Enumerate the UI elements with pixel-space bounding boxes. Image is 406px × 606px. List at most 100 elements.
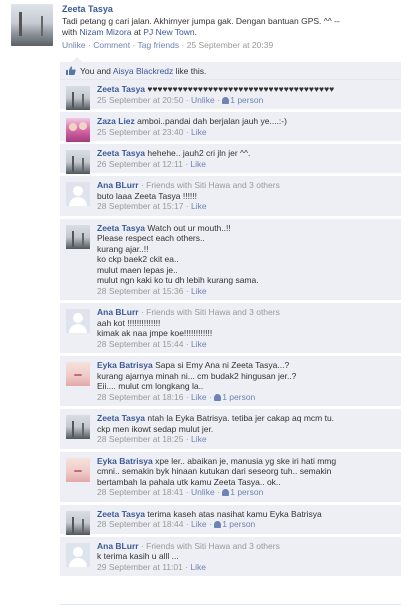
- comment-meta: 26 September at 12:11 · Like: [97, 158, 207, 169]
- mutual-friends-text[interactable]: Friends with Siti Hawa and 3 others: [146, 307, 280, 317]
- comment-meta: 28 September at 15:36 · Like: [97, 285, 207, 296]
- like-link[interactable]: Like: [191, 201, 207, 211]
- comment-timestamp[interactable]: 28 September at 18:44: [97, 519, 183, 529]
- commenter-avatar[interactable]: [66, 182, 90, 206]
- mutual-friends: · Friends with Siti Hawa and 3 others: [140, 307, 280, 317]
- like-link[interactable]: Like: [191, 127, 207, 137]
- commenter-avatar[interactable]: [66, 86, 90, 110]
- comment-body: Zaza Liez amboi..pandai dah berjalan jau…: [60, 112, 401, 141]
- separator: ·: [181, 40, 185, 50]
- like-count-text[interactable]: 1 person: [222, 392, 255, 402]
- at-prefix: at: [133, 27, 141, 37]
- commenter-name[interactable]: Zeeta Tasya: [97, 84, 145, 94]
- mutual-friends-text[interactable]: Friends with Siti Hawa and 3 others: [146, 180, 280, 190]
- comment-timestamp[interactable]: 28 September at 15:36: [97, 286, 183, 296]
- commenter-avatar[interactable]: [66, 362, 90, 386]
- comment-text: aah kot !!!!!!!!!!!!!!: [97, 317, 161, 328]
- comment-item: Zaza Liez amboi..pandai dah berjalan jau…: [60, 112, 401, 142]
- separator: ·: [132, 40, 136, 50]
- comment-body: Zeeta Tasya ♥♥♥♥♥♥♥♥♥♥♥♥♥♥♥♥♥♥♥♥♥♥♥♥♥♥♥♥…: [60, 80, 401, 109]
- comment-body: Zeeta Tasya terima kaseh atas nasihat ka…: [60, 505, 401, 534]
- like-link[interactable]: Like: [191, 339, 207, 349]
- commenter-avatar[interactable]: [66, 415, 90, 439]
- comment-item: Ana BLurr · Friends with Siti Hawa and 3…: [60, 303, 401, 354]
- like-count-icon: [214, 521, 222, 528]
- comment-timestamp[interactable]: 25 September at 20:50: [97, 95, 183, 105]
- commenter-name[interactable]: Eyka Batrisya: [97, 456, 153, 466]
- like-count[interactable]: 1 person: [222, 487, 263, 497]
- commenter-name[interactable]: Ana BLurr: [97, 541, 139, 551]
- comment-text: Sapa si Emy Ana ni Zeeta Tasya...?: [155, 360, 290, 370]
- like-link[interactable]: Like: [191, 392, 207, 402]
- like-count-icon: [222, 489, 230, 496]
- commenter-name[interactable]: Ana BLurr: [97, 307, 139, 317]
- commenter-name[interactable]: Eyka Batrisya: [97, 360, 153, 370]
- commenter-avatar[interactable]: [66, 457, 90, 482]
- tagged-person-link[interactable]: Nizam Mizora: [80, 27, 132, 37]
- commenter-avatar[interactable]: [66, 150, 90, 174]
- like-count-text[interactable]: 1 person: [230, 95, 263, 105]
- comment-text: Please respect each others..: [97, 233, 205, 243]
- like-link[interactable]: Like: [190, 562, 206, 572]
- comment-item: Zeeta Tasya terima kaseh atas nasihat ka…: [60, 504, 401, 535]
- like-link[interactable]: Like: [191, 434, 207, 444]
- with-prefix: with: [62, 27, 78, 37]
- comment-body: Ana BLurr · Friends with Siti Hawa and 3…: [60, 537, 401, 577]
- likes-bar: You and Aisya Blackredz like this.: [60, 62, 401, 80]
- commenter-name[interactable]: Zeeta Tasya: [97, 148, 145, 158]
- like-link[interactable]: Like: [190, 159, 206, 169]
- comment-meta: 28 September at 18:41 · Unlike · 1 perso…: [97, 487, 264, 497]
- likes-suffix: like this.: [175, 66, 207, 76]
- commenter-name[interactable]: Zeeta Tasya: [97, 413, 145, 423]
- comment-text: ♥♥♥♥♥♥♥♥♥♥♥♥♥♥♥♥♥♥♥♥♥♥♥♥♥♥♥♥♥♥♥♥♥♥♥♥♥: [147, 84, 335, 94]
- post-message: Tadi petang g cari jalan. Akhirnyer jump…: [62, 16, 340, 26]
- comment-list: Zeeta Tasya ♥♥♥♥♥♥♥♥♥♥♥♥♥♥♥♥♥♥♥♥♥♥♥♥♥♥♥♥…: [60, 80, 401, 579]
- comment-text: Watch out ur mouth..!!: [147, 222, 231, 233]
- commenter-avatar[interactable]: [66, 542, 90, 567]
- like-count-text[interactable]: 1 person: [230, 487, 263, 497]
- like-count[interactable]: 1 person: [214, 392, 255, 402]
- mutual-friends-text[interactable]: Friends with Siti Hawa and 3 others: [146, 541, 280, 551]
- comment-timestamp[interactable]: 28 September at 18:41: [97, 487, 183, 497]
- commenter-avatar[interactable]: [66, 309, 90, 333]
- post-author[interactable]: Zeeta Tasya: [62, 4, 113, 14]
- like-count[interactable]: 1 person: [214, 519, 255, 529]
- comment-text: mulut ngn kaki ko tu dh lebih kurang sam…: [97, 275, 259, 285]
- like-link[interactable]: Like: [191, 286, 207, 296]
- comment-timestamp[interactable]: 25 September at 23:40: [97, 127, 183, 137]
- comment-timestamp[interactable]: 28 September at 18:16: [97, 392, 183, 402]
- comment-text: cmni.. semakin byk hinaan kutukan dari s…: [97, 466, 332, 476]
- comment-item: Eyka Batrisya Sapa si Emy Ana ni Zeeta T…: [60, 356, 401, 407]
- separator: ·: [88, 40, 91, 50]
- post-header: Zeeta Tasya Tadi petang g cari jalan. Ak…: [0, 0, 406, 58]
- commenter-name[interactable]: Zaza Liez: [97, 116, 135, 126]
- comment-meta: 25 September at 23:40 · Like: [97, 126, 207, 137]
- comment-text: hehehe.. jauh2 cri jln jer ^^.: [147, 148, 251, 158]
- author-avatar[interactable]: [11, 4, 53, 46]
- liker-link[interactable]: Aisya Blackredz: [113, 66, 173, 76]
- commenter-avatar[interactable]: [66, 224, 90, 249]
- comment-body: Zeeta Tasya ntah la Eyka Batrisya. tetib…: [60, 409, 401, 449]
- comment-timestamp[interactable]: 29 September at 11:01: [97, 562, 183, 572]
- tag-friends-link[interactable]: Tag friends: [138, 40, 180, 50]
- place-link[interactable]: PJ New Town: [143, 27, 194, 37]
- comment-timestamp[interactable]: 28 September at 18:25: [97, 434, 183, 444]
- commenter-avatar[interactable]: [66, 118, 90, 142]
- commenter-name[interactable]: Ana BLurr: [97, 180, 139, 190]
- commenter-name[interactable]: Zeeta Tasya: [97, 223, 145, 233]
- comment-timestamp[interactable]: 28 September at 15:17: [97, 201, 183, 211]
- like-link[interactable]: Like: [191, 519, 207, 529]
- commenter-name[interactable]: Zeeta Tasya: [97, 509, 145, 519]
- comment-timestamp[interactable]: 26 September at 12:11: [97, 159, 183, 169]
- comment-timestamp[interactable]: 28 September at 15:44: [97, 339, 183, 349]
- like-link[interactable]: Unlike: [191, 487, 215, 497]
- post-actions: Unlike · Comment · Tag friends · 25 Sept…: [62, 40, 273, 50]
- like-count-icon: [214, 393, 222, 401]
- like-count-text[interactable]: 1 person: [222, 519, 255, 529]
- post-timestamp[interactable]: 25 September at 20:39: [187, 40, 273, 50]
- commenter-avatar[interactable]: [66, 510, 90, 535]
- comment-link[interactable]: Comment: [93, 40, 130, 50]
- like-link[interactable]: Unlike: [191, 95, 215, 105]
- unlike-link[interactable]: Unlike: [62, 40, 86, 50]
- like-count[interactable]: 1 person: [222, 95, 263, 105]
